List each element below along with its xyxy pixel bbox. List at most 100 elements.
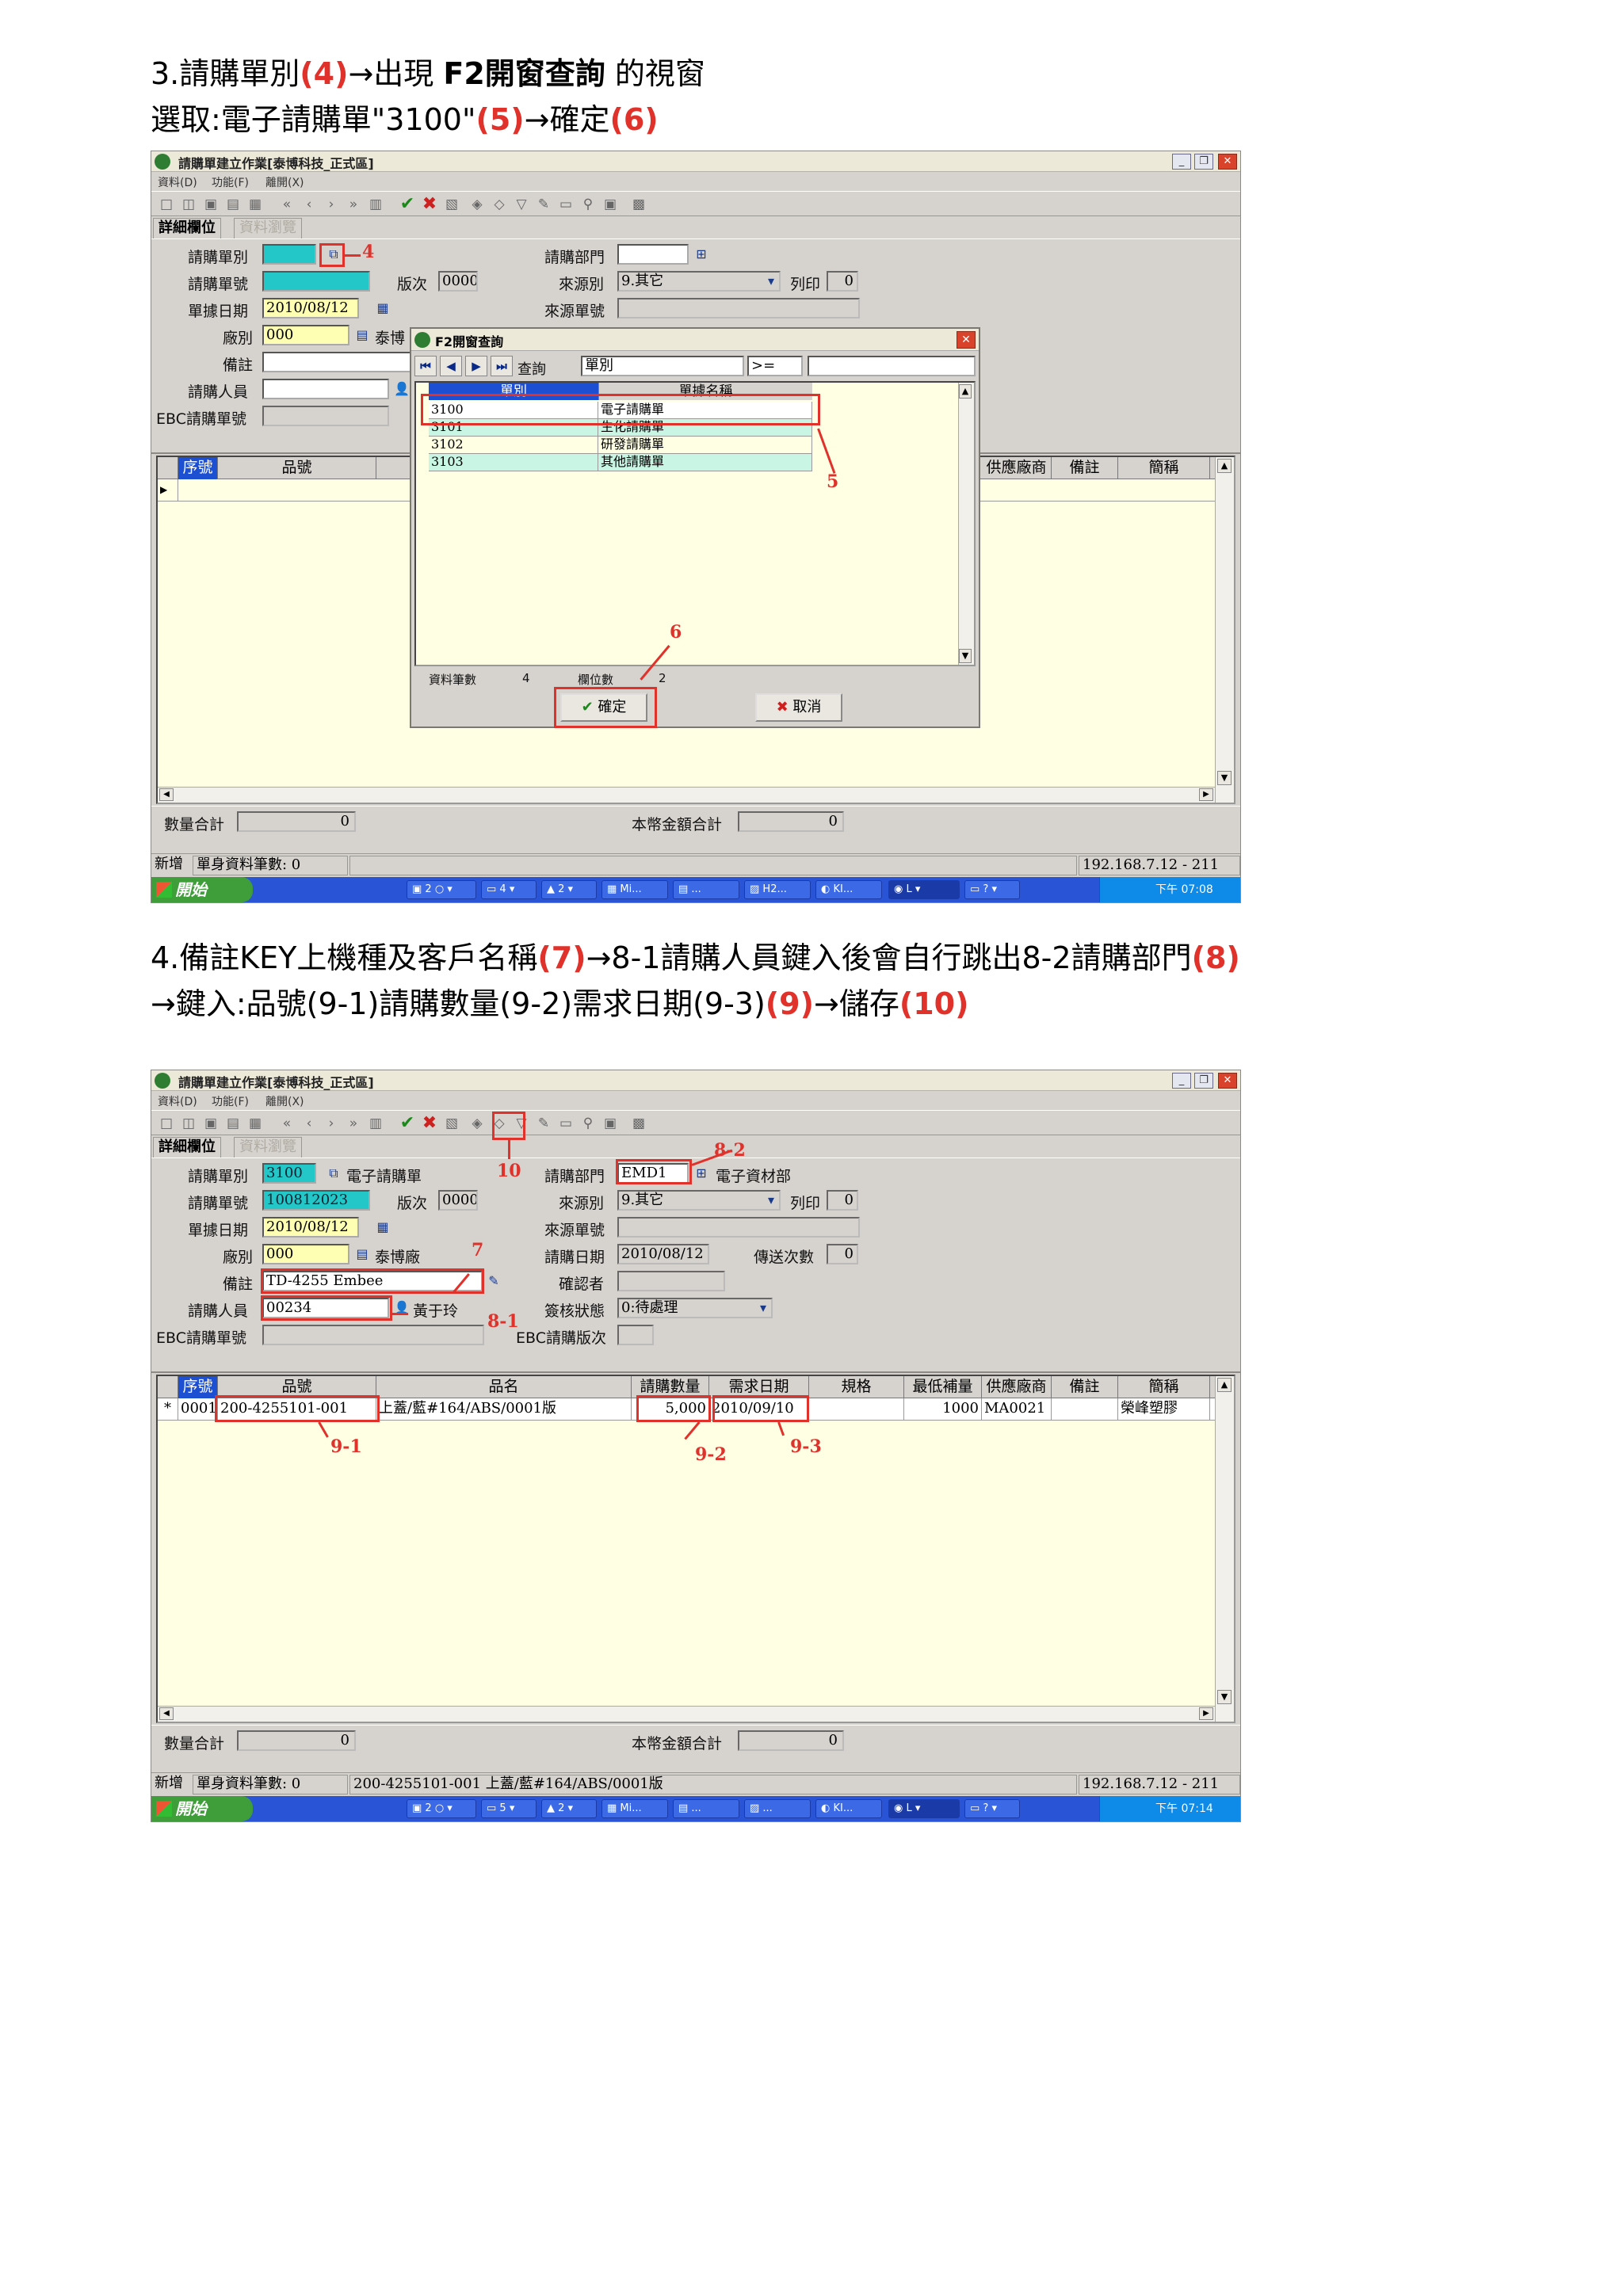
lookup-vscroll[interactable]: ▲ ▼ — [958, 383, 974, 665]
nav-next-icon[interactable]: ▶ — [465, 356, 487, 376]
close-icon[interactable]: ✕ — [1218, 1073, 1237, 1089]
forward-icon[interactable]: ◈ — [468, 1115, 486, 1132]
tab-detail[interactable]: 詳細欄位 — [153, 218, 221, 238]
search-icon[interactable]: ⚲ — [579, 1115, 597, 1132]
col-seq[interactable]: 序號 — [178, 1376, 218, 1398]
taskbar-item[interactable]: ▭ 5 ▾ — [481, 1799, 537, 1818]
close-icon[interactable]: ✕ — [1218, 154, 1237, 170]
col-remark[interactable]: 備註 — [1052, 1376, 1118, 1398]
menu-exit[interactable]: 離開(X) — [265, 1093, 304, 1109]
scroll-up-icon[interactable]: ▲ — [1217, 459, 1232, 473]
copy-icon[interactable]: ▣ — [202, 196, 220, 213]
preview-icon[interactable]: ◫ — [180, 196, 197, 213]
req-type-field[interactable]: 3100 — [262, 1163, 316, 1184]
preview-icon[interactable]: ◫ — [180, 1115, 197, 1132]
col-short[interactable]: 簡稱 — [1118, 1376, 1210, 1398]
prev-icon[interactable]: ‹ — [300, 1115, 318, 1132]
scroll-down-icon[interactable]: ▼ — [1217, 1690, 1232, 1704]
scroll-up-icon[interactable]: ▲ — [1217, 1378, 1232, 1392]
save-check-icon[interactable]: ✔ — [399, 1115, 416, 1132]
last-icon[interactable]: » — [345, 196, 362, 213]
scroll-up-icon[interactable]: ▲ — [959, 384, 972, 399]
tab-detail[interactable]: 詳細欄位 — [153, 1137, 221, 1158]
tab-browse[interactable]: 資料瀏覽 — [234, 1137, 302, 1158]
taskbar-item[interactable]: ▲ 2 ▾ — [541, 880, 597, 899]
last-icon[interactable]: » — [345, 1115, 362, 1132]
taskbar-item[interactable]: ▤ ... — [673, 1799, 739, 1818]
taskbar-item[interactable]: ◐ KI... — [815, 1799, 882, 1818]
tree-icon[interactable]: ⊞ — [693, 246, 709, 262]
cell-vendor[interactable]: MA0021 — [982, 1398, 1052, 1421]
next-icon[interactable]: › — [323, 196, 340, 213]
cell-short[interactable]: 榮峰塑膠 — [1118, 1398, 1210, 1421]
req-no-field[interactable]: 100812023 — [262, 1190, 370, 1211]
cell-spec[interactable] — [809, 1398, 904, 1421]
scroll-left-icon[interactable]: ◀ — [159, 1707, 174, 1720]
start-button[interactable]: 開始 — [151, 1796, 253, 1821]
nav-last-icon[interactable]: ⏭ — [491, 356, 513, 376]
minimize-icon[interactable]: _ — [1172, 1073, 1191, 1089]
dialog-close-icon[interactable]: ✕ — [957, 331, 976, 349]
menu-function[interactable]: 功能(F) — [212, 174, 249, 190]
search-value-input[interactable] — [808, 356, 976, 376]
scroll-right-icon[interactable]: ▶ — [1199, 788, 1213, 801]
cancel-x-icon[interactable]: ✖ — [421, 1115, 438, 1132]
scroll-right-icon[interactable]: ▶ — [1199, 1707, 1213, 1720]
sign-status-select[interactable]: 0:待處理 — [617, 1298, 773, 1318]
delete-icon[interactable]: ▤ — [224, 1115, 242, 1132]
taskbar-item[interactable]: ▦ Mi... — [601, 880, 668, 899]
horizontal-scrollbar[interactable]: ◀ ▶ — [158, 787, 1215, 803]
doc-date-field[interactable]: 2010/08/12 — [262, 1217, 359, 1238]
list-icon[interactable]: ▥ — [367, 196, 384, 213]
menu-data[interactable]: 資料(D) — [158, 174, 197, 190]
taskbar-item[interactable]: ▭ 4 ▾ — [481, 880, 537, 899]
person-icon[interactable]: 👤 — [394, 381, 410, 397]
print-icon[interactable]: ▦ — [246, 1115, 264, 1132]
taskbar-item[interactable]: ▤ ... — [673, 880, 739, 899]
form-icon[interactable]: ▧ — [443, 1115, 460, 1132]
cell-minqty[interactable]: 1000 — [904, 1398, 982, 1421]
first-icon[interactable]: « — [278, 196, 296, 213]
search-icon[interactable]: ⚲ — [579, 196, 597, 213]
req-type-field[interactable] — [262, 244, 316, 265]
plant-field[interactable]: 000 — [262, 1244, 349, 1264]
col-vendor[interactable]: 供應廠商 — [982, 457, 1052, 479]
taskbar-item[interactable]: ◐ KI... — [815, 880, 882, 899]
minimize-icon[interactable]: _ — [1172, 154, 1191, 170]
lookup-row-3103[interactable]: 3103 其他請購單 — [429, 454, 812, 471]
requester-field[interactable] — [262, 379, 389, 399]
lookup-icon[interactable]: ⧉ — [326, 1165, 342, 1181]
pen-icon[interactable]: ✎ — [535, 196, 552, 213]
prev-icon[interactable]: ‹ — [300, 196, 318, 213]
tree-icon[interactable]: ⊞ — [693, 1165, 709, 1181]
scroll-left-icon[interactable]: ◀ — [159, 788, 174, 801]
menu-data[interactable]: 資料(D) — [158, 1093, 197, 1109]
cell-seq[interactable]: 0001 — [178, 1398, 218, 1421]
back-icon[interactable]: ◇ — [491, 196, 508, 213]
nav-prev-icon[interactable]: ◀ — [440, 356, 462, 376]
forward-icon[interactable]: ◈ — [468, 196, 486, 213]
cell-desc[interactable]: 上蓋/藍#164/ABS/0001版 — [376, 1398, 632, 1421]
delete-icon[interactable]: ▤ — [224, 196, 242, 213]
col-vendor[interactable]: 供應廠商 — [982, 1376, 1052, 1398]
scroll-down-icon[interactable]: ▼ — [959, 649, 972, 663]
taskbar-item[interactable]: ▨ H2... — [744, 880, 811, 899]
col-minqty[interactable]: 最低補量 — [904, 1376, 982, 1398]
nav-first-icon[interactable]: ⏮ — [414, 356, 437, 376]
tool-icon[interactable]: ▣ — [601, 196, 619, 213]
req-no-field[interactable] — [262, 271, 370, 292]
horizontal-scrollbar[interactable]: ◀ ▶ — [158, 1706, 1215, 1722]
tab-browse[interactable]: 資料瀏覽 — [234, 218, 302, 238]
taskbar-item[interactable]: ▭ ? ▾ — [964, 1799, 1020, 1818]
cell-remark[interactable] — [1052, 1398, 1118, 1421]
calc-icon[interactable]: ▩ — [630, 1115, 647, 1132]
taskbar-item[interactable]: ▭ ? ▾ — [964, 880, 1020, 899]
cancel-button[interactable]: ✖ 取消 — [755, 693, 842, 722]
save-check-icon[interactable]: ✔ — [399, 196, 416, 213]
taskbar-item-active[interactable]: ◉ L ▾ — [888, 880, 960, 899]
pen-icon[interactable]: ✎ — [535, 1115, 552, 1132]
lookup-row-3102[interactable]: 3102 研發請購單 — [429, 437, 812, 454]
taskbar-item[interactable]: ▦ Mi... — [601, 1799, 668, 1818]
taskbar-item[interactable]: ▣ 2 ○ ▾ — [407, 880, 476, 899]
col-remark[interactable]: 備註 — [1052, 457, 1118, 479]
